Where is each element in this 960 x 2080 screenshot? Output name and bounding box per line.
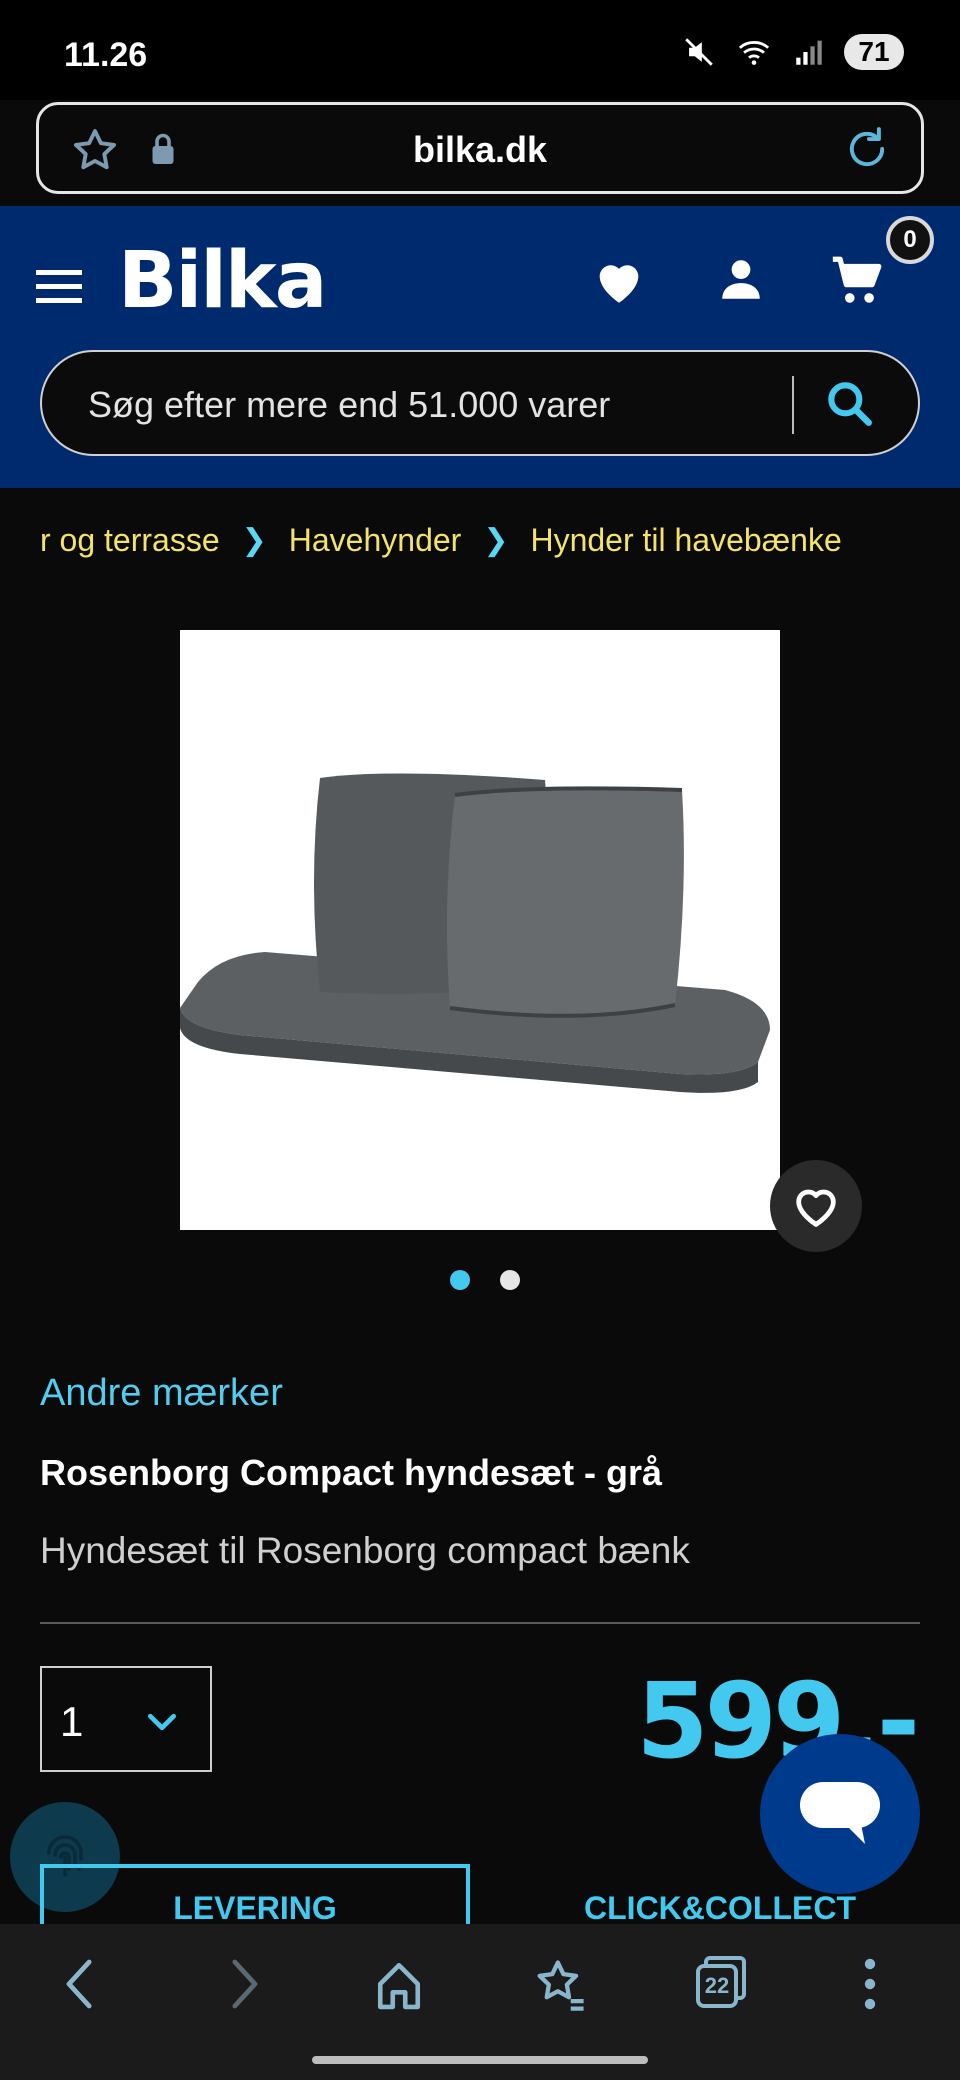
cart-count-badge[interactable]: 0 — [886, 216, 934, 264]
carousel-dot[interactable] — [500, 1270, 520, 1290]
image-carousel-dots — [450, 1270, 520, 1290]
quantity-select[interactable]: 1 — [40, 1666, 212, 1772]
wifi-icon — [738, 41, 770, 65]
breadcrumb: r og terrasse ❯ Havehynder ❯ Hynder til … — [40, 518, 920, 562]
chat-bubble-icon — [800, 1782, 880, 1844]
search-bar — [40, 350, 920, 456]
address-bar[interactable]: bilka.dk — [36, 102, 924, 194]
url-text: bilka.dk — [412, 129, 548, 170]
divider — [40, 1622, 920, 1624]
tab-count: 22 — [704, 1973, 730, 1998]
account-user-icon[interactable] — [716, 254, 766, 306]
heart-outline-icon — [796, 1189, 836, 1227]
search-icon[interactable] — [822, 376, 878, 432]
wishlist-heart-icon[interactable] — [590, 252, 648, 310]
hamburger-menu-icon[interactable] — [36, 266, 84, 306]
search-input[interactable] — [86, 380, 790, 430]
status-bar: 11.26 71 — [0, 0, 960, 100]
reload-icon[interactable] — [841, 123, 893, 175]
search-divider — [792, 376, 794, 434]
add-to-favorites-button[interactable] — [770, 1160, 862, 1252]
system-icons: 71 — [682, 34, 904, 70]
quantity-value: 1 — [60, 1698, 84, 1745]
more-options-icon[interactable] — [862, 1954, 878, 2014]
bilka-logo[interactable]: Bilka — [118, 236, 327, 326]
bookmarks-star-icon[interactable] — [532, 1954, 588, 2014]
tabs-button[interactable]: 22 — [694, 1954, 748, 2012]
status-time: 11.26 — [64, 36, 148, 74]
home-icon[interactable] — [374, 1954, 424, 2014]
battery-indicator: 71 — [844, 34, 904, 70]
cushion-set-image — [180, 773, 770, 1093]
product-image[interactable] — [180, 630, 780, 1230]
mute-icon — [685, 38, 713, 66]
breadcrumb-item[interactable]: r og terrasse — [40, 522, 220, 559]
chevron-down-icon — [148, 1713, 176, 1731]
product-title: Rosenborg Compact hyndesæt - grå — [40, 1452, 663, 1493]
home-indicator[interactable] — [312, 2056, 648, 2064]
chevron-right-icon: ❯ — [483, 523, 509, 557]
chevron-right-icon: ❯ — [241, 523, 267, 557]
forward-arrow-icon[interactable] — [222, 1954, 266, 2014]
shopping-cart-icon[interactable] — [828, 252, 886, 310]
site-header: Bilka 0 — [0, 206, 960, 488]
breadcrumb-item[interactable]: Hynder til havebænke — [530, 522, 841, 559]
carousel-dot-active[interactable] — [450, 1270, 470, 1290]
signal-icon — [796, 40, 822, 65]
product-brand-link[interactable]: Andre mærker — [40, 1372, 283, 1415]
back-arrow-icon[interactable] — [58, 1954, 102, 2014]
delivery-tab[interactable]: LEVERING — [40, 1864, 470, 1924]
breadcrumb-item[interactable]: Havehynder — [289, 522, 462, 559]
click-collect-tab[interactable]: CLICK&COLLECT — [520, 1864, 920, 1924]
product-subtitle: Hyndesæt til Rosenborg compact bænk — [40, 1530, 690, 1571]
